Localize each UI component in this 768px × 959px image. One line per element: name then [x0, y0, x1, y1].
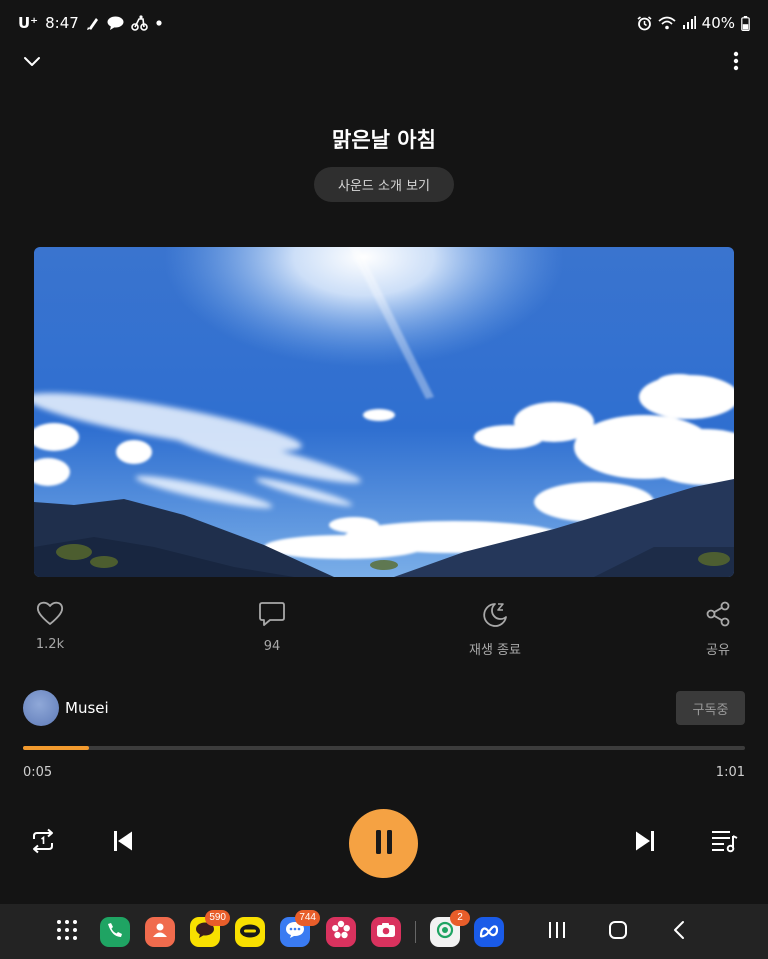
- sleep-timer-label: 재생 종료: [469, 643, 521, 658]
- track-artwork: [34, 247, 734, 577]
- taskbar-divider: [415, 921, 416, 943]
- recents-nav-button[interactable]: [542, 917, 572, 947]
- skip-next-icon: [634, 830, 656, 856]
- recent-app[interactable]: 2: [430, 910, 470, 947]
- apps-grid-icon: [56, 919, 78, 945]
- sleep-timer-icon: [481, 600, 509, 632]
- sound-intro-button[interactable]: 사운드 소개 보기: [314, 167, 454, 202]
- previous-button[interactable]: [106, 826, 140, 860]
- kakaopay-app-icon: [239, 923, 261, 942]
- clock: 8:47: [45, 14, 79, 32]
- gallery-app[interactable]: [326, 917, 356, 947]
- more-options-button[interactable]: [718, 45, 754, 81]
- recent-app-badge: 2: [450, 910, 470, 926]
- camera-app[interactable]: [371, 917, 401, 947]
- delivery-icon: [130, 15, 148, 31]
- chevron-down-icon: [23, 53, 41, 72]
- camera-app-icon: [376, 922, 396, 942]
- pause-icon: [374, 829, 394, 859]
- meta-app[interactable]: [474, 917, 504, 947]
- signal-icon: [682, 16, 696, 30]
- channel-name[interactable]: Musei: [65, 699, 109, 717]
- next-button[interactable]: [628, 826, 662, 860]
- subscribe-button[interactable]: 구독중: [676, 691, 745, 725]
- sleep-timer-button[interactable]: 재생 종료: [450, 600, 540, 658]
- home-icon: [608, 920, 628, 944]
- kakaotalk-app[interactable]: 590: [190, 910, 230, 947]
- dot-icon: [155, 19, 163, 27]
- contacts-app-icon: [152, 922, 168, 942]
- share-button[interactable]: 공유: [673, 600, 763, 658]
- status-bar-right: 40%: [637, 12, 750, 34]
- back-nav-button[interactable]: [664, 917, 694, 947]
- chat-bubble-icon: [107, 16, 124, 30]
- pen-app-icon: [86, 15, 100, 31]
- gallery-app-icon: [331, 920, 351, 944]
- skip-previous-icon: [112, 830, 134, 856]
- comment-button[interactable]: 94: [227, 600, 317, 654]
- apps-grid-button[interactable]: [52, 917, 82, 947]
- heart-icon: [36, 600, 64, 630]
- share-label: 공유: [706, 643, 730, 658]
- track-title: 맑은날 아침: [332, 128, 436, 152]
- contacts-app[interactable]: [145, 917, 175, 947]
- battery-percent: 40%: [701, 14, 735, 32]
- more-vertical-icon: [733, 51, 739, 75]
- collapse-button[interactable]: [14, 44, 50, 80]
- meta-app-icon: [479, 923, 499, 942]
- phone-app-icon: [107, 922, 123, 942]
- elapsed-time: 0:05: [23, 765, 53, 780]
- messages-app[interactable]: 744: [280, 910, 320, 947]
- wifi-icon: [658, 16, 676, 30]
- repeat-one-icon: [29, 828, 57, 858]
- phone-app[interactable]: [100, 917, 130, 947]
- like-button[interactable]: 1.2k: [5, 600, 95, 652]
- recents-icon: [547, 921, 567, 943]
- back-icon: [672, 920, 686, 944]
- status-bar-left: U⁺ 8:47: [18, 12, 163, 34]
- comment-count: 94: [263, 639, 281, 654]
- kakaopay-app[interactable]: [235, 917, 265, 947]
- channel-avatar[interactable]: [23, 690, 59, 726]
- battery-icon: [741, 15, 750, 31]
- play-pause-button[interactable]: [349, 809, 418, 878]
- comment-icon: [258, 600, 286, 632]
- home-nav-button[interactable]: [603, 917, 633, 947]
- kakaotalk-badge: 590: [205, 910, 230, 926]
- playlist-icon: [710, 829, 738, 857]
- repeat-button[interactable]: [26, 826, 60, 860]
- playlist-button[interactable]: [707, 826, 741, 860]
- messages-badge: 744: [295, 910, 320, 926]
- carrier-label: U⁺: [18, 14, 39, 32]
- share-icon: [704, 600, 732, 632]
- like-count: 1.2k: [35, 637, 65, 652]
- alarm-icon: [637, 15, 652, 31]
- recent-app-icon: [436, 921, 454, 943]
- progress-track[interactable]: [23, 746, 745, 750]
- total-duration: 1:01: [715, 765, 745, 780]
- progress-fill[interactable]: [23, 746, 89, 750]
